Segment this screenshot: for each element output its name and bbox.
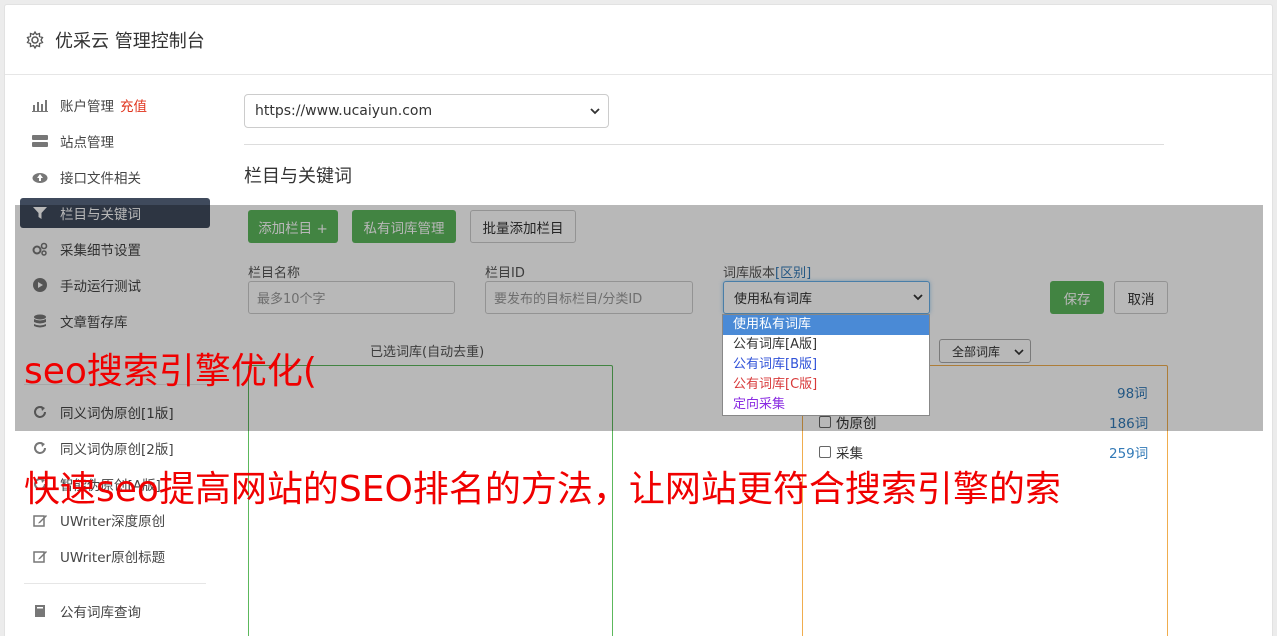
lib-checkbox[interactable] bbox=[819, 446, 831, 458]
batch-add-button[interactable]: 批量添加栏目 bbox=[470, 210, 576, 243]
filter-icon bbox=[32, 205, 48, 221]
sidebar-item-label: 文章暂存库 bbox=[60, 315, 128, 331]
lib-checkbox[interactable] bbox=[819, 416, 831, 428]
sidebar-item-synonym-v2[interactable]: 同义词伪原创[2版] bbox=[20, 433, 210, 463]
lib-version-dropdown: 使用私有词库 公有词库[A版] 公有词库[B版] 公有词库[C版] 定向采集 bbox=[722, 314, 930, 416]
lib-version-text: 词库版本 bbox=[723, 266, 776, 281]
sidebar-item-article-store[interactable]: 文章暂存库 bbox=[20, 306, 210, 336]
column-name-label: 栏目名称 bbox=[248, 266, 301, 281]
edit-icon bbox=[32, 512, 48, 528]
book-icon bbox=[32, 603, 48, 619]
sidebar-item-label: 公有词库查询 bbox=[60, 605, 141, 621]
site-select-value: https://www.ucaiyun.com bbox=[255, 103, 433, 119]
sidebar-item-label: 采集细节设置 bbox=[60, 243, 141, 259]
lib-name: 采集 bbox=[836, 446, 863, 462]
sidebar-item-label: 同义词伪原创[2版] bbox=[60, 442, 174, 458]
sidebar-divider bbox=[24, 583, 206, 584]
chevron-down-icon bbox=[590, 108, 600, 115]
section-title: 栏目与关键词 bbox=[244, 166, 352, 187]
sidebar-item-label: 接口文件相关 bbox=[60, 171, 141, 187]
sidebar-item-account[interactable]: 账户管理 充值 bbox=[20, 90, 210, 120]
lib-filter-select[interactable]: 全部词库 bbox=[939, 339, 1031, 363]
sidebar-item-columns[interactable]: 栏目与关键词 bbox=[20, 198, 210, 228]
sidebar-item-label: 账户管理 bbox=[60, 99, 114, 115]
database-icon bbox=[32, 313, 48, 329]
sidebar-item-manual-run[interactable]: 手动运行测试 bbox=[20, 270, 210, 300]
column-name-input[interactable]: 最多10个字 bbox=[248, 281, 455, 314]
bar-chart-icon bbox=[32, 97, 48, 113]
version-option[interactable]: 使用私有词库 bbox=[723, 315, 929, 335]
add-column-button[interactable]: 添加栏目 + bbox=[248, 210, 338, 243]
gears-icon bbox=[32, 241, 48, 257]
play-circle-icon bbox=[32, 277, 48, 293]
cancel-button[interactable]: 取消 bbox=[1114, 281, 1168, 314]
site-select[interactable]: https://www.ucaiyun.com bbox=[244, 94, 609, 128]
lib-count: 186词 bbox=[1109, 416, 1149, 432]
sidebar-item-label: 同义词伪原创[1版] bbox=[60, 406, 174, 422]
sidebar-item-label: UWriter原创标题 bbox=[60, 550, 166, 566]
main-content: https://www.ucaiyun.com 栏目与关键词 bbox=[244, 94, 1164, 187]
recharge-link[interactable]: 充值 bbox=[120, 95, 147, 115]
version-option[interactable]: 公有词库[C版] bbox=[723, 375, 929, 395]
version-option[interactable]: 定向采集 bbox=[723, 395, 929, 415]
sidebar-item-uwriter-title[interactable]: UWriter原创标题 bbox=[20, 541, 210, 571]
sidebar-item-label: 手动运行测试 bbox=[60, 279, 141, 295]
column-id-label: 栏目ID bbox=[485, 266, 525, 281]
chevron-down-icon bbox=[1014, 349, 1024, 356]
sidebar-item-synonym-v1[interactable]: 同义词伪原创[1版] bbox=[20, 397, 210, 427]
lib-version-value: 使用私有词库 bbox=[734, 292, 813, 307]
sidebar-item-sites[interactable]: 站点管理 bbox=[20, 126, 210, 156]
sidebar-item-collect-settings[interactable]: 采集细节设置 bbox=[20, 234, 210, 264]
sidebar-item-label: 栏目与关键词 bbox=[60, 207, 141, 223]
selected-lib-label: 已选词库(自动去重) bbox=[370, 345, 485, 360]
lib-version-label: 词库版本[区别] bbox=[723, 262, 811, 281]
diff-link[interactable]: [区别] bbox=[775, 266, 811, 281]
cloud-upload-icon bbox=[32, 169, 48, 185]
page-title: 优采云 管理控制台 bbox=[55, 30, 205, 52]
card-header: 优采云 管理控制台 bbox=[5, 5, 1272, 75]
library-item[interactable]: 采集 bbox=[819, 442, 863, 462]
refresh-icon bbox=[32, 404, 48, 420]
lib-filter-value: 全部词库 bbox=[952, 344, 1001, 359]
column-id-input[interactable]: 要发布的目标栏目/分类ID bbox=[485, 281, 693, 314]
chevron-down-icon bbox=[913, 294, 923, 301]
save-button[interactable]: 保存 bbox=[1050, 281, 1104, 314]
gear-icon bbox=[26, 30, 44, 49]
overlay-heading: seo搜索引擎优化( bbox=[24, 351, 317, 392]
divider bbox=[244, 144, 1164, 145]
version-option[interactable]: 公有词库[A版] bbox=[723, 335, 929, 355]
server-icon bbox=[32, 133, 48, 149]
sidebar-item-label: 站点管理 bbox=[60, 135, 114, 151]
lib-count: 259词 bbox=[1109, 446, 1149, 462]
version-option[interactable]: 公有词库[B版] bbox=[723, 355, 929, 375]
lib-count: 98词 bbox=[1117, 386, 1148, 402]
sidebar-item-public-lib[interactable]: 公有词库查询 bbox=[20, 596, 210, 626]
lib-version-select[interactable]: 使用私有词库 bbox=[723, 281, 930, 314]
private-lib-button[interactable]: 私有词库管理 bbox=[352, 210, 456, 243]
edit-icon bbox=[32, 548, 48, 564]
refresh-icon bbox=[32, 440, 48, 456]
sidebar-item-interface[interactable]: 接口文件相关 bbox=[20, 162, 210, 192]
overlay-subheading: 快速seo提高网站的SEO排名的方法，让网站更符合搜索引擎的索 bbox=[24, 469, 1061, 510]
